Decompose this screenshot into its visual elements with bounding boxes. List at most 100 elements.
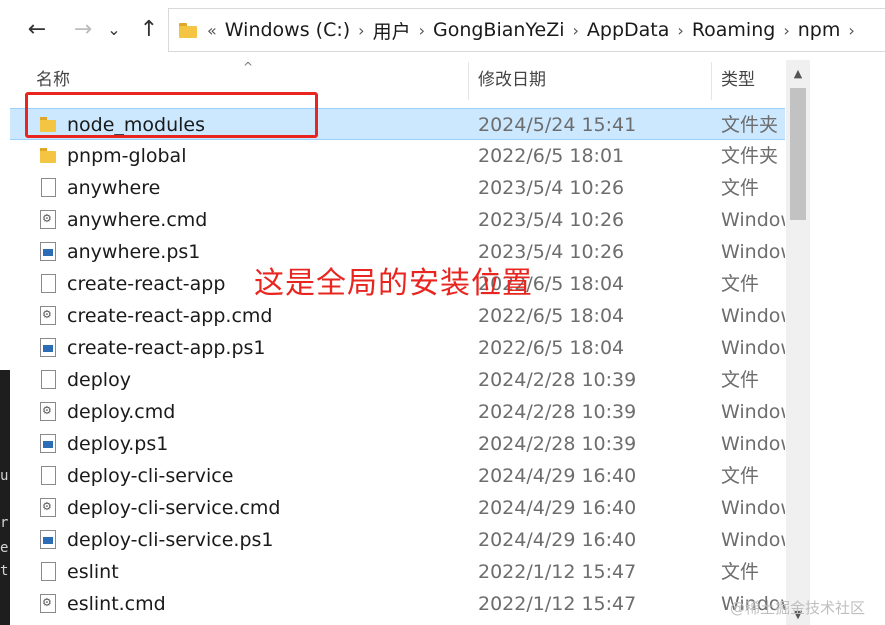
terminal-window-edge: [0, 370, 10, 625]
file-modified-date: 2023/5/4 10:26: [478, 177, 625, 199]
file-modified-date: 2024/4/29 16:40: [478, 497, 637, 519]
file-modified-date: 2022/6/5 18:04: [478, 337, 625, 359]
up-button[interactable]: ↑: [134, 14, 164, 44]
file-row[interactable]: create-react-app.cmd 2022/6/5 18:04 Window: [10, 300, 785, 332]
folder-icon: [179, 23, 197, 38]
file-name: anywhere.cmd: [67, 209, 208, 231]
file-row[interactable]: deploy.cmd 2024/2/28 10:39 Window: [10, 396, 785, 428]
file-type: 文件: [721, 177, 760, 199]
file-name: create-react-app: [67, 273, 226, 295]
file-name: deploy-cli-service.cmd: [67, 497, 281, 519]
file-row[interactable]: deploy-cli-service.ps1 2024/4/29 16:40 Win…: [10, 524, 785, 556]
breadcrumb-item[interactable]: Windows (C:): [219, 19, 356, 41]
file-modified-date: 2024/2/28 10:39: [478, 401, 637, 423]
terminal-char: e: [0, 540, 9, 556]
file-name: deploy-cli-service: [67, 465, 234, 487]
forward-button[interactable]: →: [68, 14, 98, 44]
watermark: @稀土掘金技术社区: [730, 599, 866, 617]
file-row[interactable]: create-react-app.ps1 2022/6/5 18:04 Window: [10, 332, 785, 364]
background-terminal-edge: u r e t: [0, 0, 10, 625]
chevron-right-icon[interactable]: ›: [417, 21, 427, 40]
back-button[interactable]: ←: [22, 14, 52, 44]
file-row[interactable]: deploy 2024/2/28 10:39 文件: [10, 364, 785, 396]
file-type: 文件夹: [721, 114, 779, 136]
file-type: 文件: [721, 369, 760, 391]
file-type: 文件: [721, 465, 760, 487]
column-header-type[interactable]: 类型: [721, 58, 755, 102]
breadcrumb-item[interactable]: AppData: [581, 19, 676, 41]
column-divider[interactable]: [468, 62, 469, 100]
chevron-right-icon[interactable]: ›: [356, 21, 366, 40]
file-row[interactable]: deploy-cli-service.cmd 2024/4/29 16:40 Win…: [10, 492, 785, 524]
recent-locations-button[interactable]: ⌄: [104, 14, 124, 44]
sort-ascending-icon: ^: [243, 60, 254, 74]
file-modified-date: 2024/5/24 15:41: [478, 114, 637, 136]
column-header-date[interactable]: 修改日期: [478, 58, 546, 102]
terminal-char: r: [0, 515, 9, 531]
chevron-right-icon[interactable]: ›: [781, 21, 791, 40]
file-row[interactable]: eslint.cmd2022/1/12 15:47Window: [10, 588, 785, 620]
column-divider[interactable]: [711, 62, 712, 100]
file-modified-date: 2022/1/12 15:47: [478, 593, 637, 615]
annotation-text: 这是全局的安装位置: [254, 266, 533, 301]
chevron-right-icon[interactable]: ›: [846, 21, 856, 40]
file-modified-date: 2022/6/5 18:04: [478, 305, 625, 327]
file-modified-date: 2024/4/29 16:40: [478, 465, 637, 487]
powershell-file-icon: [40, 530, 56, 549]
file-row[interactable]: eslint 2022/1/12 15:47 文件: [10, 556, 785, 588]
file-type: Window: [721, 337, 785, 359]
file-type: Window: [721, 241, 785, 263]
file-modified-date: 2024/2/28 10:39: [478, 433, 637, 455]
breadcrumb-overflow[interactable]: «: [205, 21, 219, 40]
file-modified-date: 2024/2/28 10:39: [478, 369, 637, 391]
breadcrumb-item[interactable]: 用户: [367, 17, 417, 44]
file-name: eslint: [67, 561, 119, 583]
file-row[interactable]: anywhere.cmd 2023/5/4 10:26 Window: [10, 204, 785, 236]
breadcrumb-item[interactable]: npm: [792, 19, 847, 41]
address-bar[interactable]: « Windows (C:) › 用户 › GongBianYeZi › App…: [168, 8, 885, 52]
vertical-scrollbar[interactable]: ▲ ▼: [786, 60, 810, 625]
file-icon: [41, 274, 56, 293]
file-modified-date: 2022/6/5 18:01: [478, 145, 625, 167]
file-type: Window: [721, 305, 785, 327]
file-name: create-react-app.ps1: [67, 337, 266, 359]
scroll-up-arrow-icon[interactable]: ▲: [786, 60, 810, 86]
file-type: Window: [721, 433, 785, 455]
cmd-file-icon: [40, 402, 56, 421]
breadcrumb-item[interactable]: Roaming: [686, 19, 782, 41]
up-arrow-icon: ↑: [139, 16, 159, 42]
file-icon: [41, 178, 56, 197]
folder-icon: [40, 147, 56, 165]
file-row[interactable]: anywhere 2023/5/4 10:26 文件: [10, 172, 785, 204]
scroll-thumb[interactable]: [790, 88, 806, 220]
forward-arrow-icon: →: [73, 16, 93, 42]
file-modified-date: 2023/5/4 10:26: [478, 209, 625, 231]
file-type: Window: [721, 401, 785, 423]
file-name: anywhere.ps1: [67, 241, 201, 263]
chevron-down-icon: ⌄: [107, 19, 121, 39]
file-icon: [41, 562, 56, 581]
chevron-right-icon[interactable]: ›: [675, 21, 685, 40]
file-modified-date: 2024/4/29 16:40: [478, 529, 637, 551]
powershell-file-icon: [40, 338, 56, 357]
powershell-file-icon: [40, 434, 56, 453]
back-arrow-icon: ←: [27, 16, 47, 42]
file-name: create-react-app.cmd: [67, 305, 273, 327]
breadcrumb-item[interactable]: GongBianYeZi: [427, 19, 571, 41]
file-type: Window: [721, 497, 785, 519]
file-type: 文件: [721, 273, 760, 295]
file-type: Window: [721, 209, 785, 231]
file-type: Window: [721, 529, 785, 551]
chevron-right-icon[interactable]: ›: [571, 21, 581, 40]
file-name: anywhere: [67, 177, 161, 199]
file-icon: [41, 466, 56, 485]
file-name: deploy.ps1: [67, 433, 169, 455]
file-row[interactable]: pnpm-global 2022/6/5 18:01 文件夹: [10, 140, 785, 172]
file-type: 文件: [721, 561, 760, 583]
file-name: deploy.cmd: [67, 401, 176, 423]
file-row[interactable]: deploy-cli-service 2024/4/29 16:40 文件: [10, 460, 785, 492]
cmd-file-icon: [40, 594, 56, 613]
terminal-char: u: [0, 468, 9, 484]
file-modified-date: 2022/1/12 15:47: [478, 561, 637, 583]
file-row[interactable]: deploy.ps1 2024/2/28 10:39 Window: [10, 428, 785, 460]
